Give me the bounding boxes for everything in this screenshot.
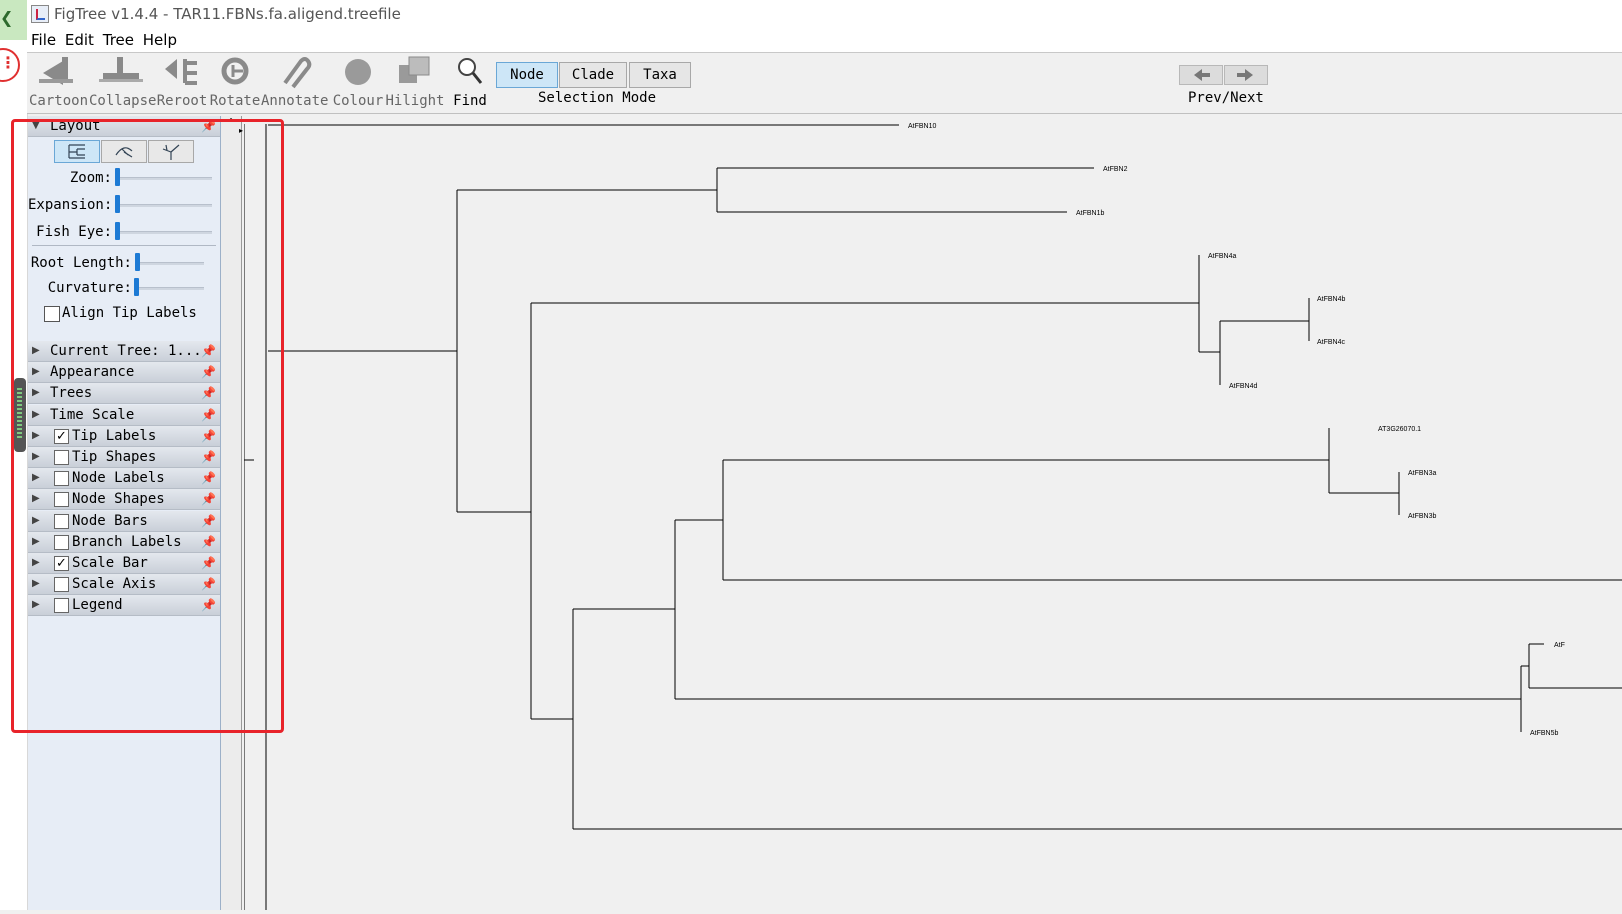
menu-edit[interactable]: Edit — [65, 31, 94, 49]
selection-mode-node[interactable]: Node — [496, 62, 558, 88]
rotate-button[interactable]: Rotate — [209, 53, 261, 109]
hilight-icon — [399, 56, 430, 83]
tip-label[interactable]: AtFBN4a — [1208, 253, 1237, 260]
chevron-left-icon[interactable]: ❮ — [0, 8, 13, 27]
paperclip-icon — [283, 57, 312, 89]
phylogenetic-tree[interactable]: AtFBN10 AtFBN2 AtFBN1b AtFBN4a AtFBN4b A… — [243, 116, 1622, 910]
rotate-icon — [221, 57, 249, 85]
annotate-label: Annotate — [261, 93, 329, 109]
selection-mode-label: Selection Mode — [538, 90, 657, 106]
tip-label[interactable]: AtFBN3a — [1408, 470, 1437, 477]
cartoon-icon — [39, 57, 73, 85]
java-app-icon — [31, 5, 49, 23]
tip-label[interactable]: AtFBN4b — [1317, 296, 1346, 303]
selection-mode-clade[interactable]: Clade — [559, 62, 627, 88]
reroot-icon — [165, 59, 197, 85]
collapse-label: Collapse — [89, 93, 157, 109]
annotate-button[interactable]: Annotate — [261, 53, 329, 109]
cartoon-button[interactable]: Cartoon — [29, 53, 89, 109]
tip-label[interactable]: AT3G26070.1 — [1378, 426, 1421, 433]
prev-next-label: Prev/Next — [1188, 90, 1264, 106]
tip-label[interactable]: AtFBN4d — [1229, 383, 1258, 390]
tip-label[interactable]: AtF — [1554, 642, 1565, 649]
next-button[interactable] — [1224, 65, 1268, 85]
menu-file[interactable]: File — [31, 31, 56, 49]
collapse-button[interactable]: Collapse — [89, 53, 157, 109]
tip-label[interactable]: AtFBN1b — [1076, 210, 1105, 217]
menu-help[interactable]: Help — [143, 31, 177, 49]
reroot-label: Reroot — [156, 93, 208, 109]
tip-label[interactable]: AtFBN10 — [908, 123, 937, 130]
window-title: FigTree v1.4.4 - TAR11.FBNs.fa.aligend.t… — [54, 5, 401, 23]
cartoon-label: Cartoon — [29, 93, 89, 109]
tree-canvas[interactable]: AtFBN10 AtFBN2 AtFBN1b AtFBN4a AtFBN4b A… — [243, 116, 1622, 910]
title-bar: FigTree v1.4.4 - TAR11.FBNs.fa.aligend.t… — [27, 0, 1622, 28]
tip-label[interactable]: AtFBN2 — [1103, 166, 1128, 173]
arrow-left-icon — [1194, 69, 1210, 81]
find-label: Find — [453, 93, 487, 109]
more-vertical-icon[interactable]: ⋮ — [0, 53, 16, 72]
find-button[interactable]: Find — [447, 53, 493, 109]
colour-button[interactable]: Colour — [331, 53, 385, 109]
prev-button[interactable] — [1179, 65, 1223, 85]
tip-label[interactable]: AtFBN4c — [1317, 339, 1346, 346]
toolbar: Cartoon Collapse Reroot Rotate Annotate … — [27, 53, 1622, 114]
reroot-button[interactable]: Reroot — [155, 53, 209, 109]
hilight-label: Hilight — [385, 93, 445, 109]
menu-bar: File Edit Tree Help — [27, 28, 1622, 53]
colour-label: Colour — [332, 93, 384, 109]
tip-label[interactable]: AtFBN5b — [1530, 730, 1559, 737]
tip-label[interactable]: AtFBN3b — [1408, 513, 1437, 520]
selection-mode-taxa[interactable]: Taxa — [629, 62, 691, 88]
collapse-icon — [99, 57, 143, 82]
menu-tree[interactable]: Tree — [103, 31, 134, 49]
rotate-label: Rotate — [209, 93, 261, 109]
hilight-button[interactable]: Hilight — [385, 53, 445, 109]
search-icon — [458, 58, 483, 84]
arrow-right-icon — [1237, 69, 1253, 81]
red-highlight-box — [11, 119, 284, 733]
colour-icon — [345, 59, 371, 85]
